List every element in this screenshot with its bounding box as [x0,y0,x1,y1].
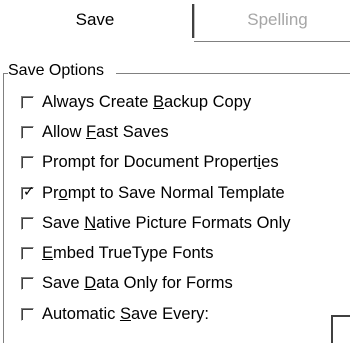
checkbox-label: Prompt to Save Normal Template [42,183,285,202]
checkbox-save-data-only-for-forms[interactable]: Save Data Only for Forms [21,272,233,294]
checkbox-prompt-document-properties[interactable]: Prompt for Document Properties [21,151,279,173]
checkbox-always-create-backup-copy[interactable]: Always Create Backup Copy [21,91,251,113]
tab-strip: Save Spelling [0,0,350,42]
groupbox-top-border-highlight [116,74,350,75]
checkbox-label: Save Native Picture Formats Only [42,213,291,232]
checkbox-label: Embed TrueType Fonts [42,243,214,262]
check-mark-icon: ✓ [23,183,35,200]
checkbox-box[interactable] [21,155,34,169]
checkbox-box[interactable]: ✓ [21,183,35,200]
autosave-minutes-input[interactable] [331,315,350,343]
checkbox-label: Save Data Only for Forms [42,273,233,292]
checkbox-save-native-picture-formats[interactable]: Save Native Picture Formats Only [21,212,291,234]
checkbox-box[interactable] [21,95,34,109]
tab-baseline [194,41,350,42]
checkbox-allow-fast-saves[interactable]: Allow Fast Saves [21,121,169,143]
checkbox-label: Prompt for Document Properties [42,152,279,171]
checkbox-embed-truetype-fonts[interactable]: Embed TrueType Fonts [21,242,214,264]
tab-spelling[interactable]: Spelling [205,0,350,40]
checkbox-label: Always Create Backup Copy [42,92,252,111]
checkbox-box[interactable] [21,125,34,139]
checkbox-box[interactable] [21,246,34,260]
checkbox-automatic-save-every[interactable]: Automatic Save Every: [21,303,209,325]
groupbox-title: Save Options [8,62,108,80]
checkbox-label: Allow Fast Saves [42,122,169,141]
tab-divider-highlight [194,4,195,38]
checkbox-label: Automatic Save Every: [42,304,209,323]
checkbox-box[interactable] [21,216,34,230]
checkbox-prompt-save-normal-template[interactable]: ✓ Prompt to Save Normal Template [21,182,285,204]
tab-spelling-label: Spelling [247,10,308,29]
tab-baseline-active [0,41,194,42]
tab-save[interactable]: Save [0,0,190,41]
groupbox-left-border [3,73,4,343]
tab-save-label: Save [75,10,115,29]
checkbox-box[interactable] [21,307,34,321]
checkbox-box[interactable] [21,276,34,290]
